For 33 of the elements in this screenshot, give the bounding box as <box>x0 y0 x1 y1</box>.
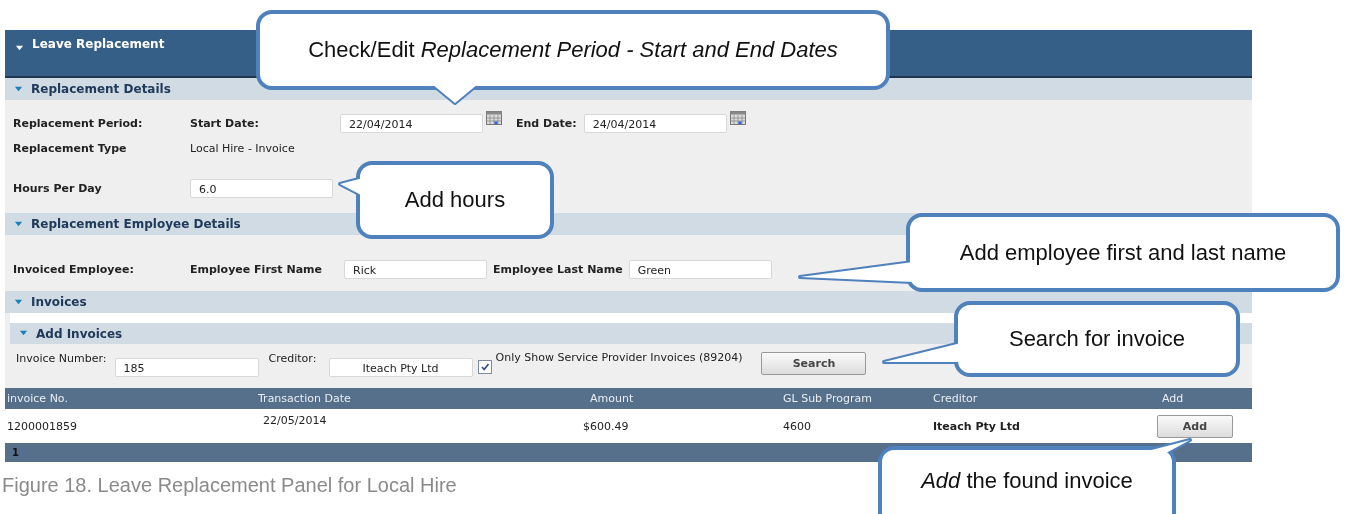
column-header: Creditor <box>932 392 979 405</box>
tooltip-text: Add the found invoice <box>921 468 1133 494</box>
column-header: Amount <box>589 392 635 405</box>
table-cell-text: Iteach Pty Ltd <box>932 419 1021 433</box>
tooltip-text: Add employee first and last name <box>959 239 1287 266</box>
field-label: Creditor: <box>268 352 318 365</box>
table-cell-text: $600.49 <box>583 419 630 433</box>
field-value: Local Hire - Invoice <box>190 141 295 155</box>
column-header: invoice No. <box>6 392 69 405</box>
section-title: Replacement Employee Details <box>31 217 241 231</box>
field-label: Hours Per Day <box>13 182 103 195</box>
table-cell-text: 4600 <box>782 419 812 433</box>
field-label: Employee First Name <box>190 263 323 276</box>
table-cell-text: 1200001859 <box>6 419 78 433</box>
field-label: Invoiced Employee: <box>13 263 135 276</box>
table-cell-text: 22/05/2014 <box>262 413 328 427</box>
tooltip-text: Check/Edit Replacement Period - Start and End Dates <box>308 37 838 63</box>
section-title: Add Invoices <box>36 326 123 341</box>
section-title: Replacement Details <box>31 82 171 96</box>
tooltip-text: Add hours <box>404 187 506 213</box>
field-label: End Date: <box>516 116 577 130</box>
field-label: Replacement Type <box>13 141 128 155</box>
field-label: Employee Last Name <box>493 263 623 276</box>
checkbox-label: Only Show Service Provider Invoices (89204) <box>495 351 743 364</box>
section-title: Invoices <box>31 295 87 309</box>
field-label: Replacement Period: <box>13 116 144 130</box>
column-header: Transaction Date <box>257 392 352 405</box>
column-header: Add <box>1161 392 1185 405</box>
column-header: GL Sub Program <box>782 392 873 405</box>
panel-title: Leave Replacement <box>32 37 165 51</box>
field-label: Invoice Number: <box>16 352 107 365</box>
field-label: Start Date: <box>190 116 260 130</box>
figure-caption: Figure 18. Leave Replacement Panel for Local Hire <box>2 474 457 497</box>
